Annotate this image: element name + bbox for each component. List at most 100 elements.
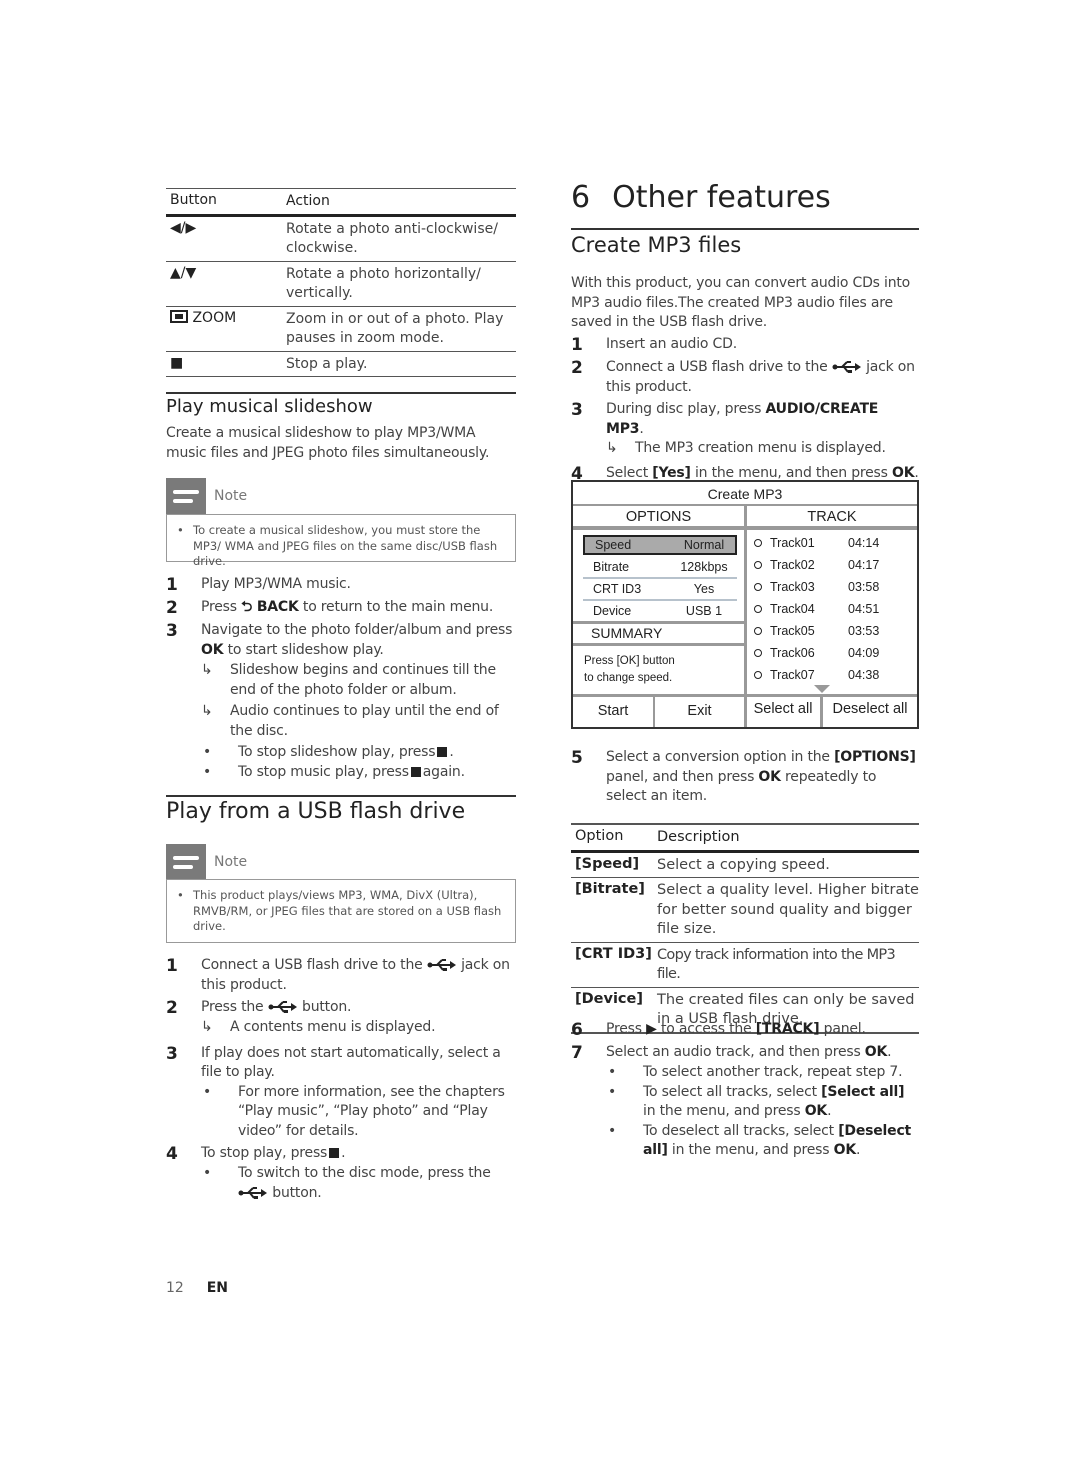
left-right-arrows-icon: ◀/▶ <box>170 219 197 236</box>
table-row: [Bitrate] Select a quality level. Higher … <box>571 878 919 943</box>
option-cell: [Bitrate] <box>575 881 645 897</box>
radio-circle-icon[interactable] <box>754 649 762 657</box>
bullet: • <box>177 523 184 537</box>
bullet-text: . <box>449 744 454 760</box>
create-mp3-intro: With this product, you can convert audio… <box>571 275 911 330</box>
page-number: 12 <box>166 1280 184 1296</box>
page-footer: 12 EN <box>166 1280 228 1296</box>
bullet: • <box>608 1064 617 1080</box>
table-row: ZOOM Zoom in or out of a photo. Play pau… <box>166 307 516 352</box>
step-text: Select a conversion option in the <box>606 749 835 765</box>
section-heading-slideshow: Play musical slideshow <box>166 396 373 417</box>
note-label: Note <box>214 854 248 870</box>
step-text: Insert an audio CD. <box>606 336 737 352</box>
option-value: 128kbps <box>680 560 728 574</box>
scroll-down-icon[interactable] <box>814 685 830 693</box>
radio-circle-icon[interactable] <box>754 583 762 591</box>
track-item[interactable]: Track04 04:51 <box>754 600 904 618</box>
bullet-text: For more information, see the chapters “… <box>238 1083 505 1139</box>
track-duration: 04:38 <box>848 668 880 682</box>
option-key: Device <box>593 604 632 618</box>
bullet-text: . <box>855 1142 861 1158</box>
step-text: To stop play, press <box>201 1145 328 1161</box>
bullet-text: To switch to the disc mode, press the <box>238 1165 491 1181</box>
option-device[interactable]: Device USB 1 <box>583 601 737 621</box>
track-item[interactable]: Track01 04:14 <box>754 534 904 552</box>
track-name: Track02 <box>770 558 815 572</box>
action-text: Rotate a photo anti-clockwise/ clockwise… <box>286 220 498 257</box>
radio-circle-icon[interactable] <box>754 605 762 613</box>
stop-icon <box>329 1148 340 1158</box>
ok-key: OK <box>201 641 224 658</box>
track-panel-header[interactable]: TRACK <box>747 506 917 530</box>
track-duration: 04:17 <box>848 558 880 572</box>
step-text: . <box>341 1145 346 1161</box>
usb-icon <box>268 1001 297 1013</box>
table-header: Option Description <box>571 825 919 853</box>
bullet-text: in the menu, and press <box>667 1142 834 1158</box>
divider <box>571 228 919 230</box>
ok-key: OK <box>758 768 781 785</box>
track-duration: 04:09 <box>848 646 880 660</box>
track-name: Track04 <box>770 602 815 616</box>
radio-circle-icon[interactable] <box>754 539 762 547</box>
step-number: 2 <box>166 998 178 1018</box>
track-duration: 04:51 <box>848 602 880 616</box>
option-speed[interactable]: Speed Normal <box>583 535 737 555</box>
step-text: to start slideshow play. <box>223 641 384 658</box>
deselect-all-button[interactable]: Deselect all <box>823 695 917 723</box>
result-text: The MP3 creation menu is displayed. <box>635 440 886 456</box>
bullet-text: button. <box>272 1184 322 1201</box>
step-text: Navigate to the photo folder/album and p… <box>201 622 513 638</box>
option-bitrate[interactable]: Bitrate 128kbps <box>583 557 737 577</box>
zoom-cell: ZOOM <box>170 309 286 349</box>
exit-button[interactable]: Exit <box>655 697 744 725</box>
ok-key: OK <box>833 1142 857 1158</box>
start-button[interactable]: Start <box>573 697 653 725</box>
track-name: Track06 <box>770 646 815 660</box>
action-text: Zoom in or out of a photo. Play pauses i… <box>286 310 504 347</box>
usb-icon <box>427 959 456 971</box>
radio-circle-icon[interactable] <box>754 671 762 679</box>
radio-circle-icon[interactable] <box>754 627 762 635</box>
track-name: Track07 <box>770 668 815 682</box>
description-cell: Copy track information into the MP3 file… <box>657 946 896 983</box>
bullet-text: To select another track, repeat step 7. <box>643 1064 903 1080</box>
track-item[interactable]: Track06 04:09 <box>754 644 904 662</box>
step-text: in the menu, and then press <box>690 464 892 481</box>
language-code: EN <box>206 1280 229 1296</box>
select-all-ref: [Select all] <box>821 1083 905 1100</box>
select-all-button[interactable]: Select all <box>747 695 819 723</box>
step-text: Play MP3/WMA music. <box>201 576 351 592</box>
track-item[interactable]: Track02 04:17 <box>754 556 904 574</box>
step-number: 5 <box>571 748 583 768</box>
option-value: Yes <box>693 582 715 596</box>
step-number: 7 <box>571 1043 583 1063</box>
track-duration: 04:14 <box>848 536 880 550</box>
step-number: 4 <box>166 1144 178 1164</box>
section-heading-usb: Play from a USB flash drive <box>166 799 466 824</box>
note-text: To create a musical slideshow, you must … <box>193 523 498 568</box>
step-number: 1 <box>166 956 178 976</box>
ok-key: OK <box>892 464 915 481</box>
bullet: • <box>203 1083 212 1100</box>
option-crt-id3[interactable]: CRT ID3 Yes <box>583 579 737 599</box>
description-cell: Select a quality level. Higher bitrate f… <box>657 882 919 937</box>
stop-icon <box>437 747 448 757</box>
bullet-text: To select all tracks, select <box>643 1083 822 1100</box>
step-text: Connect a USB flash drive to the <box>201 957 423 973</box>
table-header: Button Action <box>166 189 516 217</box>
step-number: 3 <box>571 400 583 420</box>
radio-circle-icon[interactable] <box>754 561 762 569</box>
section-heading-create-mp3: Create MP3 files <box>571 233 742 257</box>
options-panel-header[interactable]: OPTIONS <box>573 506 744 530</box>
description-cell: Select a copying speed. <box>657 856 830 873</box>
track-duration: 03:58 <box>848 580 880 594</box>
step-text: Select <box>606 464 653 481</box>
track-item[interactable]: Track03 03:58 <box>754 578 904 596</box>
track-item[interactable]: Track05 03:53 <box>754 622 904 640</box>
track-item[interactable]: Track07 04:38 <box>754 666 904 684</box>
chapter-number: 6 <box>571 180 591 215</box>
step-text: . <box>914 464 919 481</box>
slideshow-intro: Create a musical slideshow to play MP3/W… <box>166 425 490 461</box>
